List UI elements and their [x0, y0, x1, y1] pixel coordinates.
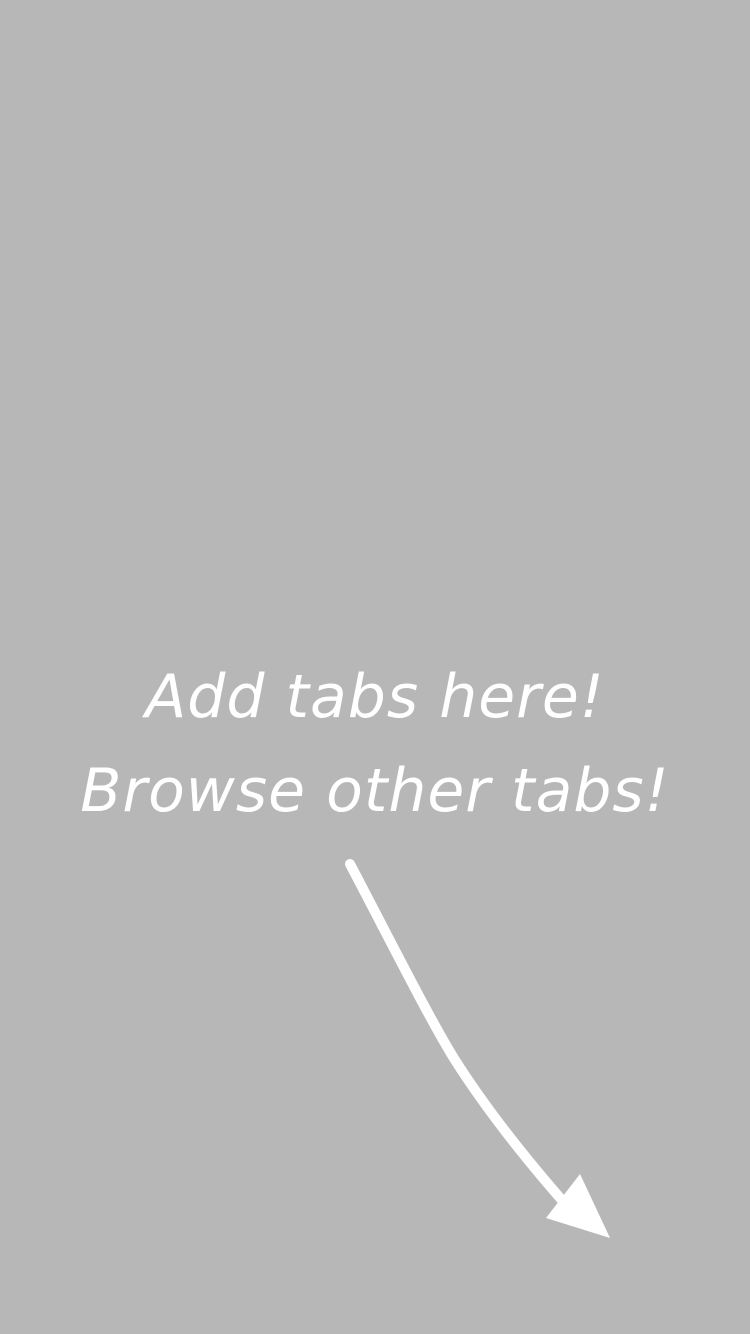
curved-arrow-icon	[345, 859, 610, 1238]
tutorial-overlay[interactable]: Add tabs here! Browse other tabs!	[0, 0, 750, 1334]
arrow-head	[546, 1174, 610, 1238]
arrow-shaft	[345, 859, 580, 1220]
